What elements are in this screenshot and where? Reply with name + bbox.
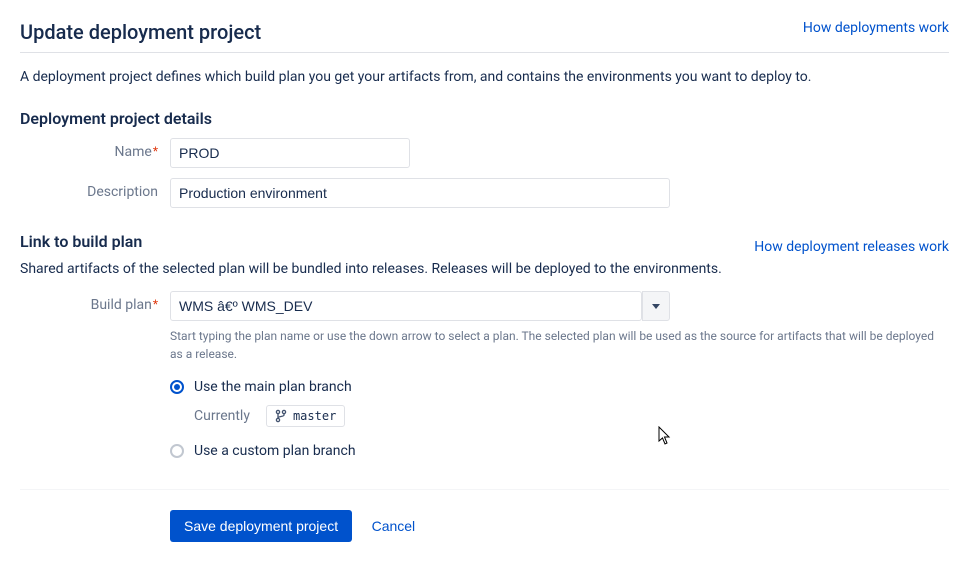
details-heading: Deployment project details (20, 109, 949, 128)
radio-custom-label: Use a custom plan branch (194, 443, 356, 459)
name-row: Name (20, 138, 949, 168)
currently-label: Currently (194, 408, 250, 424)
description-label: Description (20, 178, 170, 200)
currently-row: Currently master (194, 405, 949, 427)
description-row: Description (20, 178, 949, 208)
radio-main-label: Use the main plan branch (194, 379, 352, 395)
name-label: Name (20, 138, 170, 160)
link-plan-description: Shared artifacts of the selected plan wi… (20, 261, 949, 277)
link-plan-heading: Link to build plan (20, 232, 142, 251)
branch-icon (275, 409, 287, 423)
radio-custom-branch[interactable]: Use a custom plan branch (170, 443, 949, 459)
how-releases-work-link[interactable]: How deployment releases work (754, 239, 949, 255)
save-button[interactable]: Save deployment project (170, 510, 352, 542)
separator (20, 489, 949, 490)
build-plan-row: Build plan Start typing the plan name or… (20, 291, 949, 459)
branch-name: master (293, 409, 336, 423)
name-input[interactable] (170, 138, 410, 168)
build-plan-help-text: Start typing the plan name or use the do… (170, 327, 949, 363)
branch-badge: master (266, 405, 345, 427)
radio-main-input[interactable] (170, 380, 184, 394)
build-plan-input[interactable] (170, 291, 642, 321)
page-title: Update deployment project (20, 20, 261, 44)
description-input[interactable] (170, 178, 670, 208)
chevron-down-icon (652, 304, 660, 309)
build-plan-select[interactable] (170, 291, 670, 321)
cancel-button[interactable]: Cancel (366, 517, 422, 535)
radio-custom-input[interactable] (170, 444, 184, 458)
how-deployments-work-link[interactable]: How deployments work (803, 20, 949, 36)
build-plan-dropdown-button[interactable] (642, 291, 670, 321)
radio-main-branch[interactable]: Use the main plan branch (170, 379, 949, 395)
build-plan-label: Build plan (20, 291, 170, 313)
actions-row: Save deployment project Cancel (170, 510, 949, 542)
page-header: Update deployment project How deployment… (20, 20, 949, 53)
intro-text: A deployment project defines which build… (20, 69, 949, 85)
